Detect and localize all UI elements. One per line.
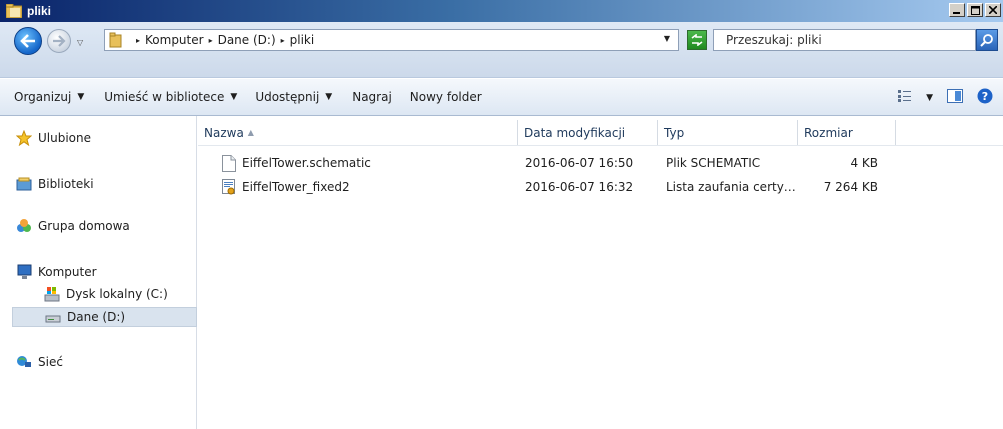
network-icon — [17, 356, 31, 367]
include-library-label: Umieść w bibliotece — [104, 90, 225, 104]
nav-item-drive-d[interactable]: Dane (D:) — [12, 307, 197, 327]
nav-item-homegroup[interactable]: Grupa domowa — [16, 218, 130, 234]
drive-icon — [45, 315, 61, 323]
column-header-type[interactable]: Typ — [658, 120, 798, 145]
nav-label: Grupa domowa — [38, 219, 130, 233]
share-button[interactable]: Udostępnij ▼ — [255, 90, 332, 104]
search-button[interactable] — [976, 29, 998, 51]
back-arrow-icon — [20, 34, 35, 48]
column-label: Nazwa — [204, 125, 244, 140]
file-name-cell: EiffelTower_fixed2 — [222, 177, 350, 197]
address-dropdown-icon[interactable]: ▼ — [664, 34, 670, 43]
new-folder-label: Nowy folder — [409, 90, 482, 104]
library-icon — [16, 177, 32, 191]
nav-label: Sieć — [38, 355, 63, 369]
chevron-down-icon: ▼ — [77, 92, 85, 102]
chevron-down-icon: ▼ — [230, 92, 238, 102]
nav-label: Dane (D:) — [67, 310, 126, 324]
burn-button[interactable]: Nagraj — [352, 90, 392, 104]
window-title: pliki — [27, 4, 52, 18]
header-divider — [198, 145, 1003, 146]
file-size: 4 KB — [850, 156, 878, 170]
nav-item-libraries[interactable]: Biblioteki — [16, 176, 94, 192]
breadcrumb-pliki[interactable]: pliki — [290, 33, 315, 47]
organize-label: Organizuj — [14, 90, 72, 104]
file-modified: 2016-06-07 16:32 — [525, 180, 634, 194]
refresh-icon — [691, 34, 703, 46]
folder-icon — [109, 32, 127, 48]
nav-label: Dysk lokalny (C:) — [66, 287, 168, 301]
burn-label: Nagraj — [352, 90, 392, 104]
breadcrumb-computer[interactable]: Komputer — [145, 33, 204, 47]
chevron-right-icon[interactable]: ▸ — [209, 36, 213, 45]
nav-item-drive-c[interactable]: Dysk lokalny (C:) — [44, 286, 168, 302]
view-options-icon[interactable] — [898, 90, 912, 105]
search-icon — [980, 34, 993, 47]
nav-label: Komputer — [38, 265, 97, 279]
history-dropdown-icon[interactable]: ▽ — [77, 38, 83, 47]
table-row[interactable]: EiffelTower_fixed2 2016-06-07 16:32 List… — [218, 177, 958, 197]
search-input[interactable]: Przeszukaj: pliki — [713, 29, 976, 51]
maximize-button[interactable] — [967, 3, 983, 17]
command-bar: Organizuj ▼ Umieść w bibliotece ▼ Udostę… — [0, 79, 1003, 116]
refresh-button[interactable] — [687, 30, 707, 50]
address-bar[interactable]: ▸ Komputer ▸ Dane (D:) ▸ pliki ▼ — [104, 29, 679, 51]
star-icon — [16, 130, 32, 146]
column-label: Data modyfikacji — [524, 125, 626, 140]
column-label: Typ — [664, 125, 685, 140]
file-list: Nazwa ▲ Data modyfikacji Typ Rozmiar Eif… — [198, 116, 1003, 429]
breadcrumb: ▸ Komputer ▸ Dane (D:) ▸ pliki — [131, 33, 314, 47]
nav-label: Ulubione — [38, 131, 92, 145]
svg-text:?: ? — [982, 90, 988, 103]
column-header-name[interactable]: Nazwa ▲ — [198, 120, 518, 145]
homegroup-icon — [17, 219, 31, 232]
new-folder-button[interactable]: Nowy folder — [410, 90, 482, 104]
title-bar: pliki — [0, 0, 1003, 22]
computer-icon — [17, 264, 32, 279]
preview-pane-icon[interactable] — [947, 89, 963, 106]
column-header-size[interactable]: Rozmiar — [798, 120, 896, 145]
chevron-right-icon[interactable]: ▸ — [136, 36, 140, 45]
column-label: Rozmiar — [804, 125, 853, 140]
certificate-file-icon — [222, 178, 235, 194]
share-label: Udostępnij — [255, 90, 320, 104]
nav-item-network[interactable]: Sieć — [16, 354, 63, 370]
file-type: Plik SCHEMATIC — [666, 156, 761, 170]
minimize-button[interactable] — [949, 3, 965, 17]
chevron-right-icon[interactable]: ▸ — [281, 36, 285, 45]
chevron-down-icon[interactable]: ▼ — [926, 93, 933, 103]
close-button[interactable] — [985, 3, 1001, 17]
chevron-down-icon: ▼ — [325, 92, 333, 102]
table-row[interactable]: EiffelTower.schematic 2016-06-07 16:50 P… — [218, 153, 958, 173]
file-modified: 2016-06-07 16:50 — [525, 156, 634, 170]
windows-drive-icon — [44, 287, 60, 302]
nav-item-computer[interactable]: Komputer — [16, 264, 97, 280]
nav-label: Biblioteki — [38, 177, 94, 191]
help-icon[interactable]: ? — [977, 88, 993, 107]
column-header-modified[interactable]: Data modyfikacji — [518, 120, 658, 145]
navigation-pane: Ulubione Biblioteki Grupa domowa Kompute… — [6, 116, 197, 429]
nav-item-favorites[interactable]: Ulubione — [16, 130, 91, 146]
breadcrumb-drive-d[interactable]: Dane (D:) — [218, 33, 276, 47]
file-type: Lista zaufania certy… — [666, 180, 796, 194]
file-size: 7 264 KB — [823, 180, 878, 194]
blank-file-icon — [222, 154, 236, 172]
file-name: EiffelTower.schematic — [242, 156, 371, 170]
folder-icon — [5, 3, 23, 19]
forward-arrow-icon — [53, 35, 66, 47]
sort-ascending-icon: ▲ — [247, 128, 254, 137]
file-name-cell: EiffelTower.schematic — [222, 153, 371, 173]
back-button[interactable] — [14, 27, 42, 55]
organize-button[interactable]: Organizuj ▼ — [14, 90, 84, 104]
include-library-button[interactable]: Umieść w bibliotece ▼ — [104, 90, 237, 104]
forward-button[interactable] — [47, 29, 71, 53]
file-name: EiffelTower_fixed2 — [242, 180, 350, 194]
